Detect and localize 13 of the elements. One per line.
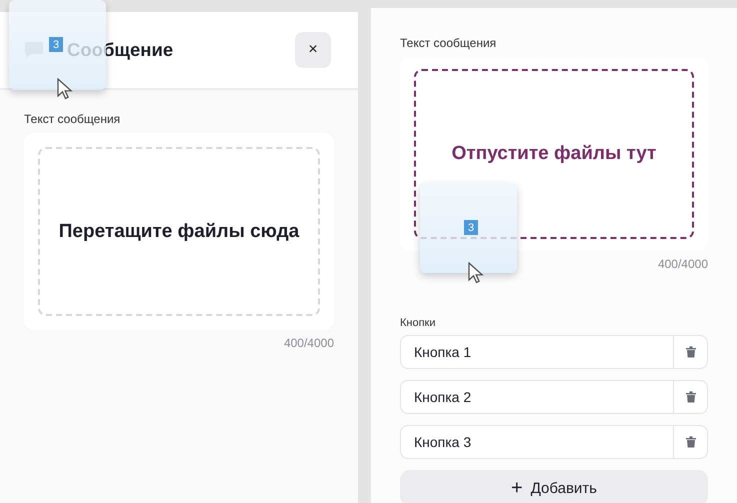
field-label: Текст сообщения bbox=[400, 36, 498, 50]
add-button[interactable]: + Добавить bbox=[400, 470, 708, 503]
dropzone[interactable]: Перетащите файлы сюда bbox=[38, 147, 320, 316]
char-counter: 400/4000 bbox=[658, 257, 708, 271]
file-count-badge: 3 bbox=[464, 220, 478, 235]
char-counter: 400/4000 bbox=[284, 336, 334, 350]
close-button[interactable]: × bbox=[295, 32, 331, 68]
field-label: Текст сообщения bbox=[24, 112, 122, 126]
button-input[interactable]: Кнопка 3 bbox=[400, 425, 673, 459]
file-count-badge: 3 bbox=[49, 37, 63, 52]
button-input[interactable]: Кнопка 1 bbox=[400, 335, 673, 369]
buttons-label: Кнопки bbox=[400, 317, 437, 329]
button-input[interactable]: Кнопка 2 bbox=[400, 380, 673, 414]
